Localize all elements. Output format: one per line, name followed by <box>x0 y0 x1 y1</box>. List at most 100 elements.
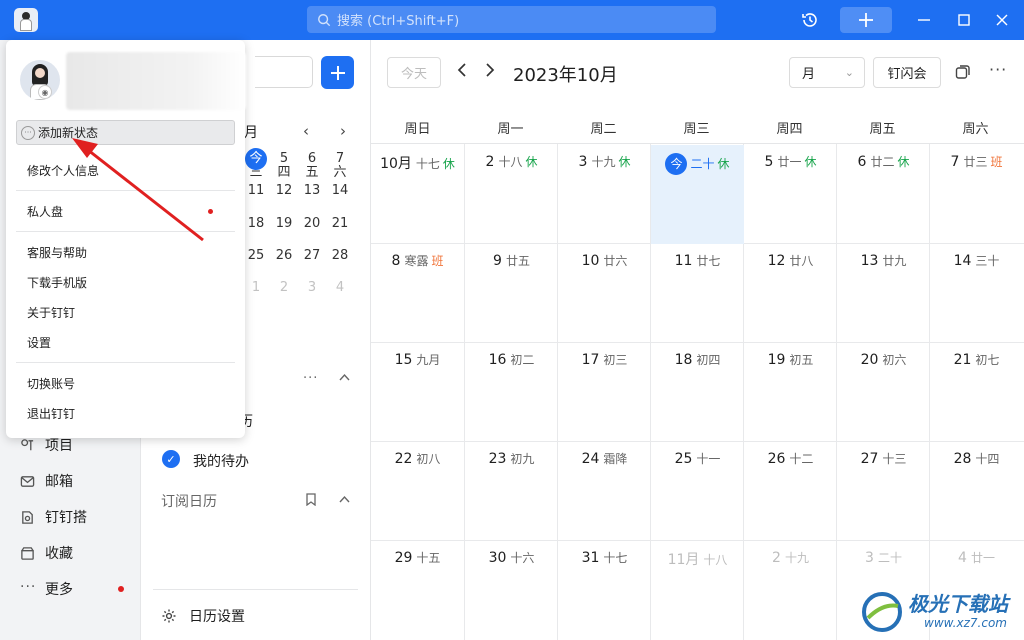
global-search-input[interactable]: 搜索 (Ctrl+Shift+F) <box>307 6 716 33</box>
day-cell[interactable]: 16 初二 <box>465 343 558 442</box>
mini-day[interactable]: 20 <box>299 213 325 235</box>
mini-day[interactable]: 12 <box>271 180 297 202</box>
view-mode-select[interactable]: 月 ⌄ <box>789 57 865 88</box>
lunar-date: 初六 <box>882 353 907 367</box>
add-status-button[interactable]: ··· 添加新状态 <box>16 120 235 145</box>
minimize-button[interactable] <box>912 7 936 33</box>
day-cell[interactable]: 11月 十八 <box>651 541 744 640</box>
day-cell[interactable]: 10月 十七休 <box>371 145 464 244</box>
close-button[interactable] <box>990 7 1014 33</box>
mini-day[interactable]: 11 <box>243 180 269 202</box>
day-cell[interactable]: 30 十六 <box>465 541 558 640</box>
mini-prev-month-button[interactable]: ‹ <box>303 122 309 140</box>
nav-item-builder[interactable]: 钉钉搭 <box>20 507 87 527</box>
lunar-date: 初五 <box>789 353 814 367</box>
user-avatar-button[interactable] <box>14 8 38 32</box>
mini-day[interactable]: 18 <box>243 213 269 235</box>
mini-day[interactable]: 4 <box>327 277 353 299</box>
nav-item-project[interactable]: 项目 <box>20 435 73 455</box>
menu-item-help[interactable]: 客服与帮助 <box>27 244 87 261</box>
day-cell[interactable]: 18 初四 <box>651 343 744 442</box>
more-options-button[interactable]: ··· <box>989 60 1007 79</box>
lunar-date: 十三 <box>882 452 907 466</box>
day-cell[interactable]: 11 廿七 <box>651 244 744 343</box>
day-cell[interactable]: 13 廿九 <box>837 244 930 343</box>
calendar-settings-button[interactable]: 日历设置 <box>161 606 245 626</box>
maximize-button[interactable] <box>952 7 976 33</box>
camera-icon[interactable]: ◉ <box>38 85 52 99</box>
mini-day[interactable]: 25 <box>243 245 269 267</box>
todo-checkbox[interactable]: ✓ <box>162 450 180 468</box>
nav-item-favorites[interactable]: 收藏 <box>20 543 73 563</box>
new-event-button[interactable] <box>321 56 354 89</box>
calendar-sync-icon[interactable] <box>955 64 971 80</box>
day-cell[interactable]: 20 初六 <box>837 343 930 442</box>
menu-item-logout[interactable]: 退出钉钉 <box>27 405 75 422</box>
mini-day[interactable]: 1 <box>243 277 269 299</box>
bookmark-icon <box>306 493 316 507</box>
today-button[interactable]: 今天 <box>387 57 441 88</box>
mini-day[interactable]: 14 <box>327 180 353 202</box>
flash-meeting-button[interactable]: 钉闪会 <box>873 57 941 88</box>
mini-day[interactable]: 6 <box>299 148 325 170</box>
day-cell[interactable]: 15 九月 <box>371 343 464 442</box>
day-cell[interactable]: 14 三十 <box>930 244 1023 343</box>
mini-day[interactable]: 2 <box>271 277 297 299</box>
mini-day[interactable]: 27 <box>299 245 325 267</box>
todo-label[interactable]: 我的待办 <box>193 451 249 471</box>
day-cell[interactable]: 3 十九休 <box>558 145 651 244</box>
mini-day[interactable]: 26 <box>271 245 297 267</box>
day-cell[interactable]: 6 廿二休 <box>837 145 930 244</box>
day-cell[interactable]: 17 初三 <box>558 343 651 442</box>
mini-day[interactable]: 7 <box>327 148 353 170</box>
nav-item-more[interactable]: ··· 更多 <box>20 579 73 599</box>
day-cell[interactable]: 29 十五 <box>371 541 464 640</box>
day-label: 11月 十八 <box>651 549 744 569</box>
day-cell[interactable]: 10 廿六 <box>558 244 651 343</box>
weekday-header: 周三 <box>683 122 710 137</box>
menu-item-settings[interactable]: 设置 <box>27 334 51 351</box>
day-cell[interactable]: 5 廿一休 <box>744 145 837 244</box>
menu-item-private-drive[interactable]: 私人盘 <box>27 203 63 220</box>
my-calendar-collapse-button[interactable] <box>339 370 350 385</box>
nav-item-mail[interactable]: 邮箱 <box>20 471 73 491</box>
menu-item-edit-profile[interactable]: 修改个人信息 <box>27 162 99 179</box>
day-cell[interactable]: 7 廿三班 <box>930 145 1023 244</box>
prev-month-button[interactable] <box>457 62 467 81</box>
mini-day[interactable]: 28 <box>327 245 353 267</box>
mini-day[interactable]: 5 <box>271 148 297 170</box>
day-cell[interactable]: 27 十三 <box>837 442 930 541</box>
day-cell[interactable]: 2 十八休 <box>465 145 558 244</box>
history-button[interactable] <box>798 7 822 33</box>
create-button[interactable] <box>840 7 892 33</box>
day-cell[interactable]: 31 十七 <box>558 541 651 640</box>
day-cell[interactable]: 今二十休 <box>651 145 744 244</box>
subscribed-collapse-button[interactable] <box>339 492 350 507</box>
day-cell[interactable]: 24 霜降 <box>558 442 651 541</box>
day-cell[interactable]: 9 廿五 <box>465 244 558 343</box>
mini-next-month-button[interactable]: › <box>340 122 346 140</box>
menu-item-about[interactable]: 关于钉钉 <box>27 304 75 321</box>
mini-day[interactable]: 3 <box>299 277 325 299</box>
day-cell[interactable]: 23 初九 <box>465 442 558 541</box>
day-cell[interactable]: 26 十二 <box>744 442 837 541</box>
day-cell[interactable]: 28 十四 <box>930 442 1023 541</box>
mini-day[interactable]: 今 <box>245 148 267 170</box>
day-cell[interactable]: 25 十一 <box>651 442 744 541</box>
day-cell[interactable]: 12 廿八 <box>744 244 837 343</box>
day-cell[interactable]: 8 寒露班 <box>371 244 464 343</box>
menu-item-switch-account[interactable]: 切换账号 <box>27 375 75 392</box>
subscribe-calendar-button[interactable] <box>305 493 317 510</box>
mini-day[interactable]: 19 <box>271 213 297 235</box>
mini-day[interactable]: 13 <box>299 180 325 202</box>
day-cell[interactable]: 21 初七 <box>930 343 1023 442</box>
day-cell[interactable]: 22 初八 <box>371 442 464 541</box>
my-calendar-more-button[interactable]: ··· <box>303 371 318 386</box>
next-month-button[interactable] <box>485 62 495 81</box>
menu-item-download-mobile[interactable]: 下载手机版 <box>27 274 87 291</box>
day-cell[interactable]: 19 初五 <box>744 343 837 442</box>
mini-day[interactable]: 21 <box>327 213 353 235</box>
day-number: 19 <box>767 352 786 368</box>
calendar-search-input[interactable] <box>255 56 313 88</box>
day-cell[interactable]: 2 十九 <box>744 541 837 640</box>
